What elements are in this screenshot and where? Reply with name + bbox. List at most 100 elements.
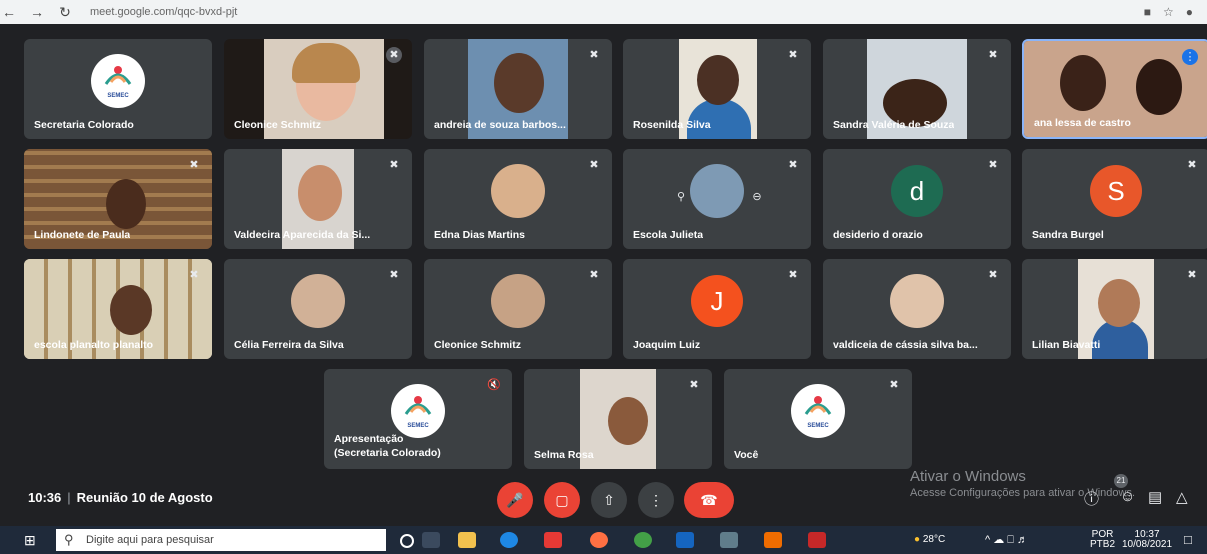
present-button[interactable]: ⇧ xyxy=(591,482,627,518)
participant-tile[interactable]: ✖ valdiceia de cássia silva ba... xyxy=(823,259,1011,359)
participants-button[interactable]: ☺ 21 xyxy=(1114,474,1136,505)
chevron-up-icon: ^ xyxy=(985,534,991,546)
participant-name: andreia de souza barbos... xyxy=(434,119,566,131)
participant-tile[interactable]: ✖ Rosenilda Silva xyxy=(623,39,811,139)
profile-photo xyxy=(491,274,545,328)
participant-tile[interactable]: J ✖ Joaquim Luiz xyxy=(623,259,811,359)
participant-name: Cleonice Schmitz xyxy=(434,339,521,351)
participant-tile[interactable]: ⚲ ⊖ ✖ Escola Julieta xyxy=(623,149,811,249)
participant-name: Rosenilda Silva xyxy=(633,119,711,131)
windows-start-icon[interactable]: ⊞ xyxy=(24,532,40,548)
participant-name: Lindonete de Paula xyxy=(34,229,131,241)
activities-icon[interactable]: △ xyxy=(1176,488,1188,506)
profile-photo xyxy=(690,164,744,218)
participant-name: Célia Ferreira da Silva xyxy=(234,339,344,351)
profile-photo xyxy=(890,274,944,328)
participant-tile[interactable]: d ✖ desiderio d orazio xyxy=(823,149,1011,249)
notification-icon[interactable]: □ xyxy=(1184,532,1192,547)
more-vertical-icon: ⋮ xyxy=(649,492,663,508)
volume-icon: ♬ xyxy=(1016,534,1028,546)
network-icon: ⎕ xyxy=(1007,534,1014,546)
participant-name: ana lessa de castro xyxy=(1034,117,1131,129)
mic-off-icon: ✖ xyxy=(788,159,798,171)
participant-tile[interactable]: ✖ Cleonice Schmitz xyxy=(424,259,612,359)
mic-off-icon: ✖ xyxy=(988,159,998,171)
participant-tile[interactable]: ⋮ ana lessa de castro xyxy=(1022,39,1207,139)
language-indicator[interactable]: POR PTB2 xyxy=(1090,530,1115,550)
participant-name: Selma Rosa xyxy=(534,449,594,461)
phone-hangup-icon: ☎ xyxy=(700,492,718,508)
participant-tile[interactable]: ✖ Lilian Biavatti xyxy=(1022,259,1207,359)
participant-tile[interactable]: ✖ Cleonice Schmitz xyxy=(224,39,412,139)
paint-icon[interactable] xyxy=(764,532,782,548)
participant-tile[interactable]: ✖ escola planalto planalto xyxy=(24,259,212,359)
participant-tile[interactable]: S ✖ Sandra Burgel xyxy=(1022,149,1207,249)
mic-off-icon: ✖ xyxy=(389,269,399,281)
mic-off-icon: ✖ xyxy=(1187,269,1197,281)
mic-off-icon: ✖ xyxy=(788,269,798,281)
participant-tile[interactable]: ✖ Valdecira Aparecida da Si... xyxy=(224,149,412,249)
task-view-icon[interactable] xyxy=(422,532,440,548)
semec-logo: SEMEC xyxy=(391,384,445,438)
chat-icon[interactable]: ▤ xyxy=(1148,488,1162,506)
file-explorer-icon[interactable] xyxy=(458,532,476,548)
mic-off-icon: ✖ xyxy=(589,159,599,171)
clock[interactable]: 10:37 10/08/2021 xyxy=(1122,530,1172,550)
participant-tile[interactable]: ✖ Célia Ferreira da Silva xyxy=(224,259,412,359)
people-icon: ☺ xyxy=(1120,488,1136,505)
info-icon[interactable]: ⓘ xyxy=(1084,488,1099,509)
app-icon[interactable] xyxy=(544,532,562,548)
participant-tile[interactable]: ✖ Edna Dias Martins xyxy=(424,149,612,249)
weather-indicator[interactable]: ● 28°C xyxy=(914,534,945,545)
remove-icon[interactable]: ⊖ xyxy=(749,189,765,205)
mic-off-icon: ✖ xyxy=(988,269,998,281)
edge-icon[interactable] xyxy=(500,532,518,548)
mic-off-icon: ✖ xyxy=(589,269,599,281)
participant-name: Você xyxy=(734,449,759,461)
back-icon[interactable]: ← xyxy=(0,4,18,20)
participant-name: Sandra Burgel xyxy=(1032,229,1104,241)
system-tray-icons[interactable]: ^ ☁ ⎕ ♬ xyxy=(985,533,1028,547)
avatar: J xyxy=(691,275,743,327)
present-screen-icon: ⇧ xyxy=(603,492,615,508)
camera-permission-icon[interactable]: ■ xyxy=(1144,5,1151,19)
participant-name: Apresentação (Secretaria Colorado) xyxy=(334,432,441,460)
mic-off-icon: 🎤 xyxy=(506,492,524,508)
bookmark-star-icon[interactable]: ☆ xyxy=(1163,5,1174,19)
participant-tile[interactable]: ✖ Lindonete de Paula xyxy=(24,149,212,249)
camera-toggle-button[interactable]: ▢ xyxy=(544,482,580,518)
participant-name: Valdecira Aparecida da Si... xyxy=(234,229,371,241)
forward-icon[interactable]: → xyxy=(28,4,46,20)
participant-name: Joaquim Luiz xyxy=(633,339,701,351)
acrobat-icon[interactable] xyxy=(808,532,826,548)
word-icon[interactable] xyxy=(676,532,694,548)
participant-count-badge: 21 xyxy=(1114,474,1128,488)
avatar: d xyxy=(891,165,943,217)
firefox-icon[interactable] xyxy=(590,532,608,548)
participant-tile[interactable]: ✖ Selma Rosa xyxy=(524,369,712,469)
participant-tile[interactable]: SEMEC Secretaria Colorado xyxy=(24,39,212,139)
reload-icon[interactable]: ↻ xyxy=(56,4,74,21)
participant-tile[interactable]: ✖ andreia de souza barbos... xyxy=(424,39,612,139)
mic-off-icon: ✖ xyxy=(689,379,699,391)
chrome-icon[interactable] xyxy=(634,532,652,548)
mic-off-icon: ✖ xyxy=(189,159,199,171)
extension-icon[interactable]: ● xyxy=(1186,5,1193,19)
participant-name: Lilian Biavatti xyxy=(1032,339,1101,351)
mic-toggle-button[interactable]: 🎤 xyxy=(497,482,533,518)
participant-tile[interactable]: SEMEC ✖ Você xyxy=(724,369,912,469)
meeting-info: 10:36 | Reunião 10 de Agosto xyxy=(28,490,213,505)
cortana-icon[interactable] xyxy=(400,534,414,548)
participant-tile[interactable]: ✖ Sandra Valéria de Souza xyxy=(823,39,1011,139)
hangup-button[interactable]: ☎ xyxy=(684,482,734,518)
more-options-button[interactable]: ⋮ xyxy=(638,482,674,518)
semec-logo: SEMEC xyxy=(91,54,145,108)
mic-off-icon: ✖ xyxy=(389,159,399,171)
camera-off-icon: ▢ xyxy=(555,492,569,508)
pin-icon[interactable]: ⚲ xyxy=(673,189,689,205)
participant-tile[interactable]: SEMEC 🔇 Apresentação (Secretaria Colorad… xyxy=(324,369,512,469)
chrome-active-icon[interactable] xyxy=(720,532,738,548)
url-bar[interactable]: meet.google.com/qqc-bvxd-pjt xyxy=(90,6,237,18)
search-icon: ⚲ xyxy=(64,532,74,547)
taskbar-search-input[interactable]: ⚲ Digite aqui para pesquisar xyxy=(56,529,386,551)
